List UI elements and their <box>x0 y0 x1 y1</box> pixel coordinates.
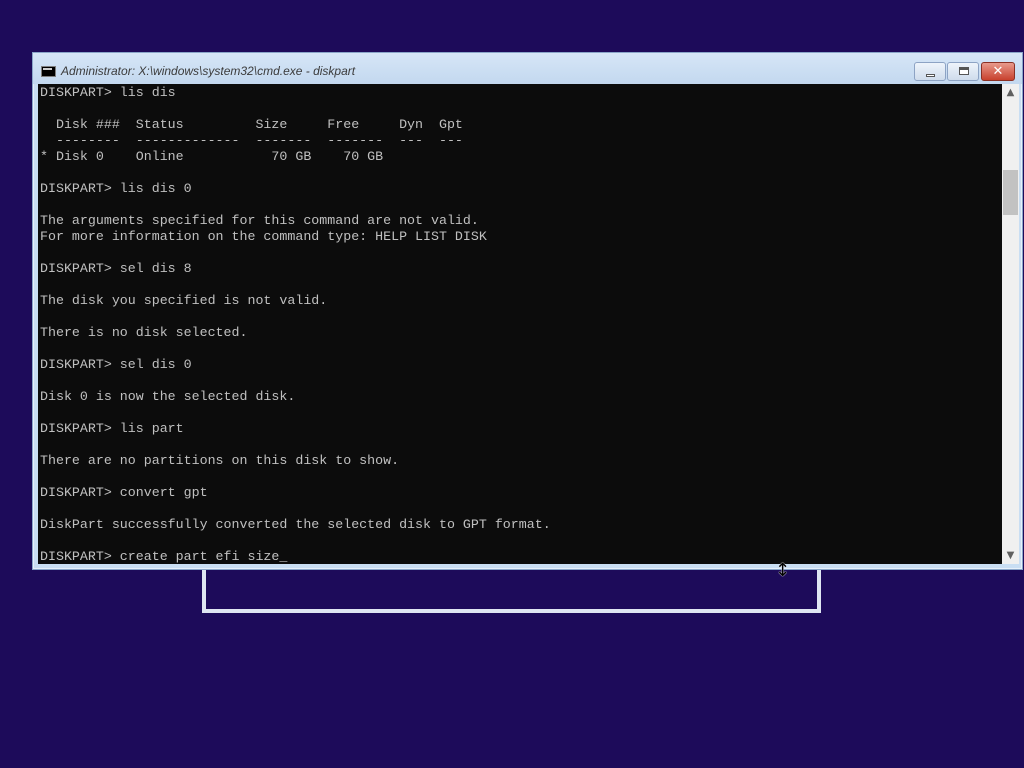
console-line: DISKPART> lis dis 0 <box>40 181 192 196</box>
scroll-up-icon[interactable]: ▲ <box>1002 84 1019 101</box>
console-line: There is no disk selected. <box>40 325 248 340</box>
cmd-window[interactable]: Administrator: X:\windows\system32\cmd.e… <box>32 52 1023 570</box>
window-title: Administrator: X:\windows\system32\cmd.e… <box>61 64 356 78</box>
console-line: * Disk 0 Online 70 GB 70 GB <box>40 149 384 164</box>
console-line: The disk you specified is not valid. <box>40 293 328 308</box>
minimize-icon <box>926 74 935 77</box>
console-output: DISKPART> lis dis Disk ### Status Size F… <box>38 84 1002 564</box>
cmd-icon[interactable] <box>41 66 56 77</box>
console-area[interactable]: DISKPART> lis dis Disk ### Status Size F… <box>38 84 1002 564</box>
restore-icon <box>959 67 969 75</box>
scroll-down-icon[interactable]: ▼ <box>1002 547 1019 564</box>
console-line: DISKPART> convert gpt <box>40 485 208 500</box>
console-line: The arguments specified for this command… <box>40 213 479 228</box>
text-cursor: _ <box>279 549 288 564</box>
console-line: DISKPART> create part efi size <box>40 549 280 564</box>
console-line: DISKPART> lis dis <box>40 85 176 100</box>
console-line: DISKPART> sel dis 0 <box>40 357 192 372</box>
restore-button[interactable] <box>947 62 979 81</box>
console-line: DISKPART> lis part <box>40 421 184 436</box>
vertical-scrollbar[interactable]: ▲ ▼ <box>1002 84 1019 564</box>
console-line: -------- ------------- ------- ------- -… <box>40 133 463 148</box>
console-line: Disk 0 is now the selected disk. <box>40 389 296 404</box>
console-line: DISKPART> sel dis 8 <box>40 261 192 276</box>
resize-cursor-icon: ↕ <box>775 560 791 581</box>
minimize-button[interactable] <box>914 62 946 81</box>
console-line: Disk ### Status Size Free Dyn Gpt <box>40 117 463 132</box>
console-line: For more information on the command type… <box>40 229 487 244</box>
title-bar[interactable]: Administrator: X:\windows\system32\cmd.e… <box>33 53 1022 84</box>
close-icon: ✕ <box>992 64 1004 79</box>
console-line: There are no partitions on this disk to … <box>40 453 400 468</box>
console-line: DiskPart successfully converted the sele… <box>40 517 551 532</box>
scroll-thumb[interactable] <box>1003 170 1018 215</box>
close-button[interactable]: ✕ <box>981 62 1015 81</box>
